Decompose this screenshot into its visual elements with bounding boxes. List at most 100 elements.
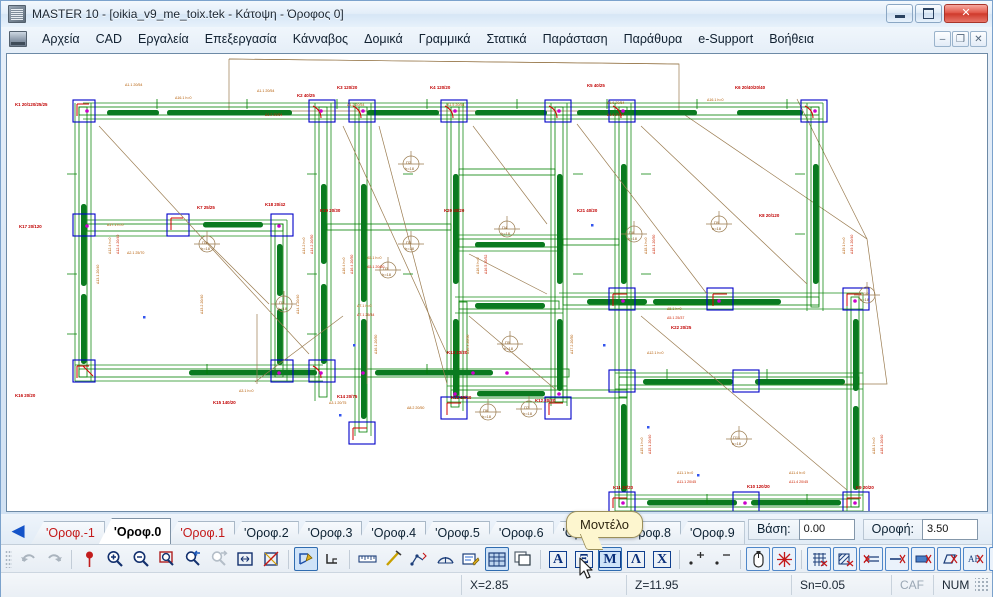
maximize-button[interactable]: [915, 4, 942, 23]
pan-icon[interactable]: [294, 547, 318, 571]
menu-statika[interactable]: Στατικά: [478, 29, 534, 49]
tab-orof-6[interactable]: 'Οροφ.6: [483, 521, 554, 544]
zoom-extents-icon[interactable]: [233, 547, 257, 571]
grid-table-icon[interactable]: [485, 547, 509, 571]
menu-voitheia[interactable]: Βοήθεια: [761, 29, 822, 49]
tab-orof-5[interactable]: 'Οροφ.5: [420, 521, 490, 544]
letter-a-icon[interactable]: Α: [546, 547, 570, 571]
menu-ergaleia[interactable]: Εργαλεία: [130, 29, 197, 49]
status-caf: CAF: [891, 575, 933, 595]
document-icon[interactable]: [9, 31, 27, 47]
svg-text:Δ18.1 20/40: Δ18.1 20/40: [880, 435, 884, 454]
svg-text:Δ16.4 h=0: Δ16.4 h=0: [342, 258, 346, 275]
svg-text:Δ14.2 h=0: Δ14.2 h=0: [302, 238, 306, 255]
zoom-in-icon[interactable]: [103, 547, 127, 571]
letter-mu-icon[interactable]: Μ: [598, 547, 622, 571]
tab-orof-3[interactable]: 'Οροφ.3: [292, 521, 363, 544]
menu-domika[interactable]: Δομικά: [356, 29, 411, 49]
mdi-restore-button[interactable]: ❐: [952, 31, 969, 47]
svg-text:h=18: h=18: [382, 272, 392, 277]
svg-text:Δ15.1 20/40: Δ15.1 20/40: [648, 435, 652, 454]
svg-text:K16 20/20: K16 20/20: [15, 393, 36, 398]
copy-layers-icon[interactable]: [511, 547, 535, 571]
arc-icon[interactable]: [433, 547, 457, 571]
close-button[interactable]: ✕: [944, 4, 988, 23]
zoom-next-icon[interactable]: [207, 547, 231, 571]
shape-off-icon[interactable]: [937, 547, 961, 571]
menu-esupport[interactable]: e-Support: [690, 29, 761, 49]
svg-text:Δ16.3 20/50: Δ16.3 20/50: [466, 335, 470, 354]
note-icon[interactable]: [459, 547, 483, 571]
base-input[interactable]: 0.00: [798, 518, 855, 540]
svg-text:K10 120/20: K10 120/20: [747, 484, 770, 489]
letter-chi-icon[interactable]: Χ: [650, 547, 674, 571]
zoom-previous-icon[interactable]: [181, 547, 205, 571]
window-title: MASTER 10 - [oikia_v9_me_toix.tek - Κάτο…: [32, 7, 344, 21]
cad-drawing-canvas[interactable]: .g { stroke:#008000; fill:none; stroke-w…: [6, 53, 988, 512]
toolbar-separator: [71, 549, 72, 569]
menu-bar: Αρχεία CAD Εργαλεία Επεξεργασία Κάνναβος…: [1, 27, 992, 51]
application-window: MASTER 10 - [oikia_v9_me_toix.tek - Κάτο…: [0, 0, 993, 597]
zoom-out-icon[interactable]: [129, 547, 153, 571]
dim-off-icon[interactable]: [989, 547, 993, 571]
tab-orof-4[interactable]: 'Οροφ.4: [356, 521, 427, 544]
marker-pin-icon[interactable]: [77, 547, 101, 571]
svg-text:h=18: h=18: [732, 441, 742, 446]
grid-off-icon[interactable]: [807, 547, 831, 571]
tab-orof-1[interactable]: 'Οροφ.1: [165, 521, 236, 544]
letter-lambda-glyph: Λ: [626, 550, 646, 568]
line-off-icon[interactable]: [885, 547, 909, 571]
tab-orof-0[interactable]: 'Οροφ.0: [98, 518, 172, 544]
menu-epexergasia[interactable]: Επεξεργασία: [197, 29, 285, 49]
point-plus-icon[interactable]: [685, 547, 709, 571]
mdi-close-button[interactable]: ✕: [970, 31, 987, 47]
letter-xi-glyph: Ξ: [575, 550, 593, 568]
menu-parathyra[interactable]: Παράθυρα: [616, 29, 691, 49]
toolbar-grip[interactable]: [5, 550, 12, 568]
zoom-window-icon[interactable]: [155, 547, 179, 571]
text-off-icon[interactable]: AB: [963, 547, 987, 571]
letter-xi-icon[interactable]: Ξ: [572, 547, 596, 571]
svg-text:Δ7.1 25/34: Δ7.1 25/34: [357, 313, 374, 317]
slab-off-icon[interactable]: [911, 547, 935, 571]
roof-input[interactable]: 3.50: [922, 518, 978, 540]
polyline-icon[interactable]: [407, 547, 431, 571]
resize-grip[interactable]: [975, 578, 989, 592]
minimize-button[interactable]: [886, 4, 913, 23]
menu-grammika[interactable]: Γραμμικά: [411, 29, 479, 49]
snap-star-icon[interactable]: [772, 547, 796, 571]
menu-kannavos[interactable]: Κάνναβος: [285, 29, 356, 49]
ruler-icon[interactable]: [355, 547, 379, 571]
mdi-minimize-button[interactable]: –: [934, 31, 951, 47]
beam-off-icon[interactable]: [859, 547, 883, 571]
svg-text:K8 20/120: K8 20/120: [759, 213, 780, 218]
hatch-off-icon[interactable]: [833, 547, 857, 571]
title-bar: MASTER 10 - [oikia_v9_me_toix.tek - Κάτο…: [1, 1, 992, 27]
tab-scroll-left-icon[interactable]: ◀: [5, 518, 31, 544]
ortho-icon[interactable]: [320, 547, 344, 571]
svg-text:Δ13.1 20/40: Δ13.1 20/40: [96, 265, 100, 284]
tab-orof-9[interactable]: 'Οροφ.9: [674, 521, 745, 544]
menu-cad[interactable]: CAD: [88, 29, 130, 49]
letter-lambda-icon[interactable]: Λ: [624, 547, 648, 571]
menu-arxeia[interactable]: Αρχεία: [34, 29, 88, 49]
svg-text:Π8: Π8: [629, 230, 635, 235]
line-icon[interactable]: [381, 547, 405, 571]
svg-text:Π6: Π6: [483, 408, 489, 413]
mouse-icon[interactable]: [746, 547, 770, 571]
svg-text:K11 20/20: K11 20/20: [613, 485, 634, 490]
svg-text:Δ16.5 h=0: Δ16.5 h=0: [476, 258, 480, 275]
redo-icon[interactable]: [42, 547, 66, 571]
zoom-redraw-icon[interactable]: [259, 547, 283, 571]
undo-icon[interactable]: [16, 547, 40, 571]
tab-orof-2[interactable]: 'Οροφ.2: [229, 521, 299, 544]
svg-text:h=18: h=18: [712, 226, 722, 231]
tab-orof--1[interactable]: 'Οροφ.-1: [31, 521, 105, 544]
menu-parastasi[interactable]: Παράσταση: [535, 29, 616, 49]
svg-text:Δ16.1 20/50: Δ16.1 20/50: [374, 335, 378, 354]
svg-text:Δ17.1 h=0: Δ17.1 h=0: [107, 223, 124, 227]
svg-text:h=18: h=18: [628, 236, 638, 241]
svg-text:Δ18.1 h=0: Δ18.1 h=0: [644, 238, 648, 255]
point-minus-icon[interactable]: [711, 547, 735, 571]
svg-text:Δ11.1 h=0: Δ11.1 h=0: [677, 471, 693, 475]
